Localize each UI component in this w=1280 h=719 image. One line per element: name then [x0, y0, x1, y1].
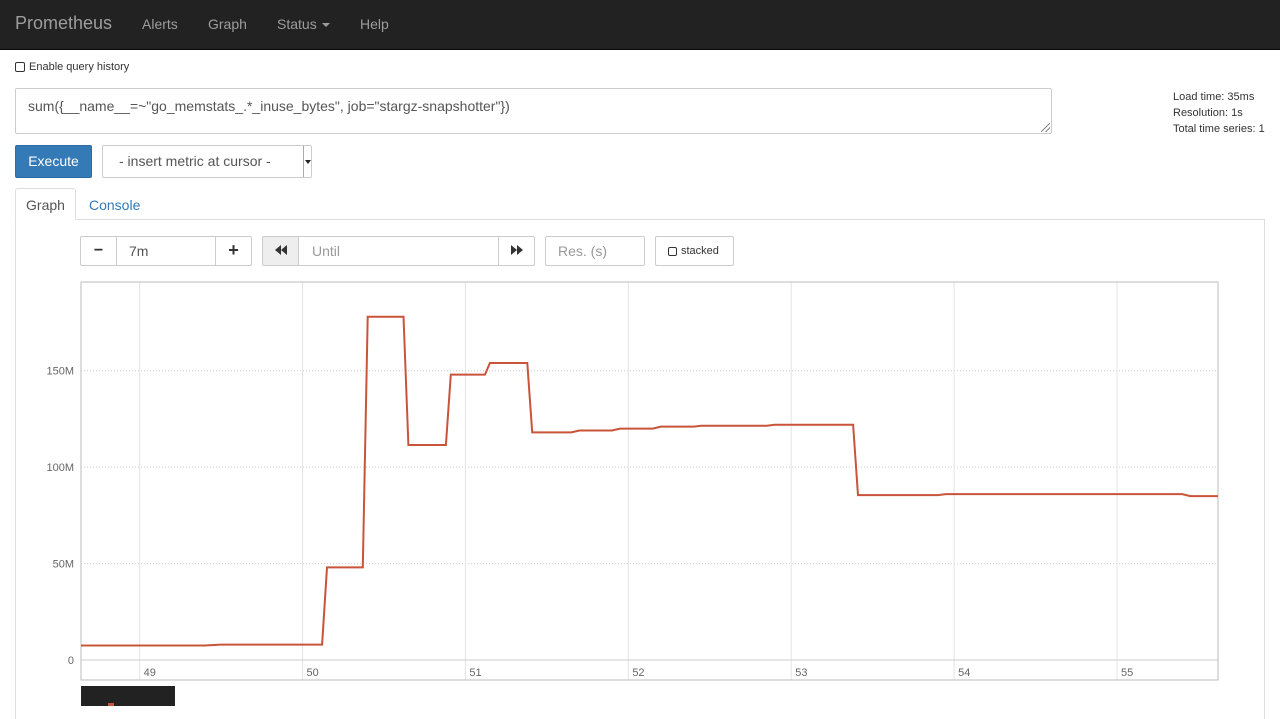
x-tick-label: 52 — [632, 667, 644, 679]
x-tick-label: 49 — [144, 667, 156, 679]
x-tick-label: 51 — [469, 667, 481, 679]
x-tick-label: 55 — [1121, 667, 1133, 679]
x-tick-label: 50 — [307, 667, 319, 679]
plot-area-border — [80, 281, 1219, 681]
x-tick-label: 53 — [795, 667, 807, 679]
graph-chart[interactable]: 0 50M 100M 150M 49 50 51 52 53 54 55 — [0, 0, 1280, 706]
y-tick-label: 150M — [46, 366, 74, 378]
y-tick-label: 100M — [46, 462, 74, 474]
legend — [81, 686, 175, 706]
series-line[interactable] — [81, 315, 1218, 647]
x-tick-label: 54 — [958, 667, 970, 679]
y-tick-label: 50M — [53, 559, 74, 571]
y-tick-label: 0 — [68, 655, 74, 667]
